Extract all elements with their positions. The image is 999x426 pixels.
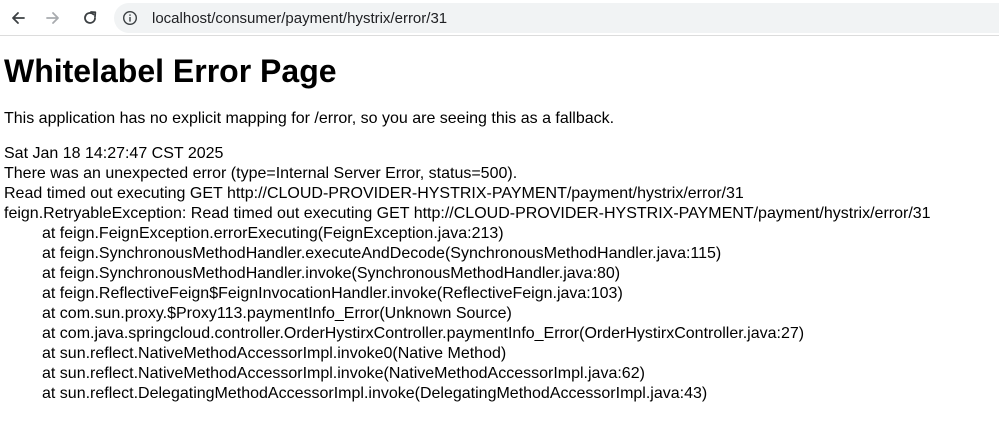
forward-button[interactable]	[41, 6, 65, 30]
back-button[interactable]	[6, 6, 30, 30]
address-bar[interactable]: localhost/consumer/payment/hystrix/error…	[114, 3, 999, 33]
error-message: Read timed out executing GET http://CLOU…	[4, 185, 744, 202]
reload-icon	[84, 11, 97, 24]
stack-frame: at feign.ReflectiveFeign$FeignInvocation…	[42, 285, 623, 302]
error-timestamp: Sat Jan 18 14:27:47 CST 2025	[4, 145, 224, 162]
reload-button[interactable]	[78, 6, 102, 30]
url-text[interactable]: localhost/consumer/payment/hystrix/error…	[152, 10, 447, 27]
error-details: Sat Jan 18 14:27:47 CST 2025 There was a…	[4, 144, 999, 404]
stack-frame: at sun.reflect.DelegatingMethodAccessorI…	[42, 385, 708, 402]
back-arrow-icon	[12, 12, 25, 24]
forward-arrow-icon	[46, 12, 59, 24]
exception-line: feign.RetryableException: Read timed out…	[4, 205, 931, 222]
stack-frame: at sun.reflect.NativeMethodAccessorImpl.…	[42, 365, 645, 382]
stack-frame: at sun.reflect.NativeMethodAccessorImpl.…	[42, 345, 507, 362]
page-content: Whitelabel Error Page This application h…	[4, 37, 999, 404]
stack-frame: at com.java.springcloud.controller.Order…	[42, 325, 805, 342]
stack-frame: at feign.FeignException.errorExecuting(F…	[42, 225, 504, 242]
stack-frame: at feign.SynchronousMethodHandler.invoke…	[42, 265, 621, 282]
site-info-button[interactable]	[116, 4, 144, 32]
browser-toolbar: localhost/consumer/payment/hystrix/error…	[0, 0, 999, 36]
error-summary: There was an unexpected error (type=Inte…	[4, 165, 518, 182]
page-title: Whitelabel Error Page	[4, 53, 337, 89]
error-description: This application has no explicit mapping…	[4, 110, 615, 127]
stack-frame: at feign.SynchronousMethodHandler.execut…	[42, 245, 722, 262]
stack-frame: at com.sun.proxy.$Proxy113.paymentInfo_E…	[42, 305, 512, 322]
site-info-icon	[122, 10, 138, 26]
